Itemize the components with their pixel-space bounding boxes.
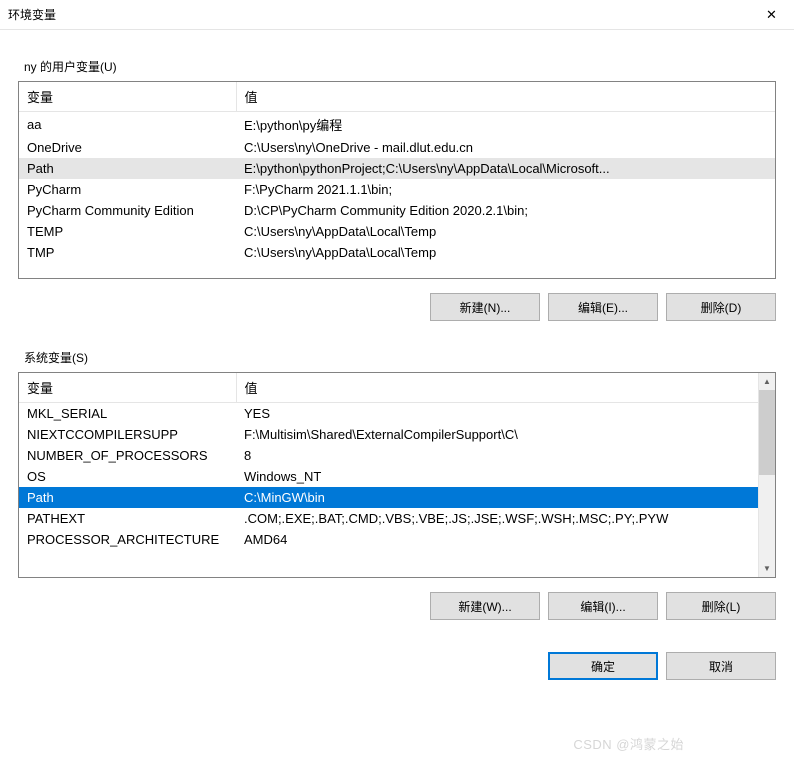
sys-scrollbar[interactable]: ▲ ▼: [758, 373, 775, 577]
cancel-button[interactable]: 取消: [666, 652, 776, 680]
cell-val: Windows_NT: [236, 466, 758, 487]
cell-val: F:\Multisim\Shared\ExternalCompilerSuppo…: [236, 424, 758, 445]
table-row[interactable]: OSWindows_NT: [19, 466, 758, 487]
cell-val: 8: [236, 445, 758, 466]
user-col-header-var[interactable]: 变量: [19, 82, 236, 112]
cell-val: YES: [236, 403, 758, 425]
table-row[interactable]: TEMPC:\Users\ny\AppData\Local\Temp: [19, 221, 775, 242]
close-icon: ✕: [766, 7, 777, 23]
cell-var: Path: [19, 158, 236, 179]
cell-var: TEMP: [19, 221, 236, 242]
scrollbar-up-icon[interactable]: ▲: [759, 373, 775, 390]
user-col-header-val[interactable]: 值: [236, 82, 775, 112]
sys-button-row: 新建(W)... 编辑(I)... 删除(L): [18, 592, 776, 620]
table-row[interactable]: NUMBER_OF_PROCESSORS8: [19, 445, 758, 466]
close-button[interactable]: ✕: [749, 0, 794, 30]
cell-var: Path: [19, 487, 236, 508]
cell-var: PROCESSOR_ARCHITECTURE: [19, 529, 236, 550]
cell-var: aa: [19, 112, 236, 138]
sys-edit-button[interactable]: 编辑(I)...: [548, 592, 658, 620]
cell-var: PATHEXT: [19, 508, 236, 529]
sys-vars-table-container: 变量 值 MKL_SERIALYESNIEXTCCOMPILERSUPPF:\M…: [18, 372, 776, 578]
user-vars-table[interactable]: 变量 值 aaE:\python\py编程OneDriveC:\Users\ny…: [19, 82, 775, 263]
cell-var: OneDrive: [19, 137, 236, 158]
cell-val: AMD64: [236, 529, 758, 550]
sys-vars-label: 系统变量(S): [24, 349, 776, 366]
user-new-button[interactable]: 新建(N)...: [430, 293, 540, 321]
cell-val: C:\Users\ny\AppData\Local\Temp: [236, 242, 775, 263]
table-row[interactable]: PathC:\MinGW\bin: [19, 487, 758, 508]
cell-val: F:\PyCharm 2021.1.1\bin;: [236, 179, 775, 200]
cell-var: TMP: [19, 242, 236, 263]
table-row[interactable]: PathE:\python\pythonProject;C:\Users\ny\…: [19, 158, 775, 179]
table-row[interactable]: MKL_SERIALYES: [19, 403, 758, 425]
window-title: 环境变量: [8, 6, 56, 23]
table-row[interactable]: OneDriveC:\Users\ny\OneDrive - mail.dlut…: [19, 137, 775, 158]
table-row[interactable]: aaE:\python\py编程: [19, 112, 775, 138]
cell-var: MKL_SERIAL: [19, 403, 236, 425]
sys-delete-button[interactable]: 删除(L): [666, 592, 776, 620]
cell-var: OS: [19, 466, 236, 487]
user-vars-table-container: 变量 值 aaE:\python\py编程OneDriveC:\Users\ny…: [18, 81, 776, 279]
cell-val: D:\CP\PyCharm Community Edition 2020.2.1…: [236, 200, 775, 221]
table-row[interactable]: PROCESSOR_ARCHITECTUREAMD64: [19, 529, 758, 550]
user-delete-button[interactable]: 删除(D): [666, 293, 776, 321]
ok-button[interactable]: 确定: [548, 652, 658, 680]
titlebar: 环境变量 ✕: [0, 0, 794, 30]
user-button-row: 新建(N)... 编辑(E)... 删除(D): [18, 293, 776, 321]
table-row[interactable]: PATHEXT.COM;.EXE;.BAT;.CMD;.VBS;.VBE;.JS…: [19, 508, 758, 529]
scrollbar-down-icon[interactable]: ▼: [759, 560, 775, 577]
cell-val: C:\Users\ny\AppData\Local\Temp: [236, 221, 775, 242]
dialog-body: ny 的用户变量(U) 变量 值 aaE:\python\py编程OneDriv…: [0, 30, 794, 690]
watermark: CSDN @鸿蒙之始: [573, 734, 684, 753]
cell-val: .COM;.EXE;.BAT;.CMD;.VBS;.VBE;.JS;.JSE;.…: [236, 508, 758, 529]
user-edit-button[interactable]: 编辑(E)...: [548, 293, 658, 321]
cell-var: NUMBER_OF_PROCESSORS: [19, 445, 236, 466]
table-row[interactable]: PyCharmF:\PyCharm 2021.1.1\bin;: [19, 179, 775, 200]
cell-var: PyCharm: [19, 179, 236, 200]
sys-new-button[interactable]: 新建(W)...: [430, 592, 540, 620]
cell-val: C:\MinGW\bin: [236, 487, 758, 508]
sys-col-header-val[interactable]: 值: [236, 373, 758, 403]
scrollbar-thumb[interactable]: [759, 390, 775, 475]
footer-row: 确定 取消: [18, 652, 776, 680]
cell-var: PyCharm Community Edition: [19, 200, 236, 221]
table-row[interactable]: TMPC:\Users\ny\AppData\Local\Temp: [19, 242, 775, 263]
cell-val: C:\Users\ny\OneDrive - mail.dlut.edu.cn: [236, 137, 775, 158]
cell-var: NIEXTCCOMPILERSUPP: [19, 424, 236, 445]
sys-col-header-var[interactable]: 变量: [19, 373, 236, 403]
cell-val: E:\python\pythonProject;C:\Users\ny\AppD…: [236, 158, 775, 179]
user-vars-label: ny 的用户变量(U): [24, 58, 776, 75]
cell-val: E:\python\py编程: [236, 112, 775, 138]
table-row[interactable]: PyCharm Community EditionD:\CP\PyCharm C…: [19, 200, 775, 221]
table-row[interactable]: NIEXTCCOMPILERSUPPF:\Multisim\Shared\Ext…: [19, 424, 758, 445]
sys-vars-table[interactable]: 变量 值 MKL_SERIALYESNIEXTCCOMPILERSUPPF:\M…: [19, 373, 758, 550]
